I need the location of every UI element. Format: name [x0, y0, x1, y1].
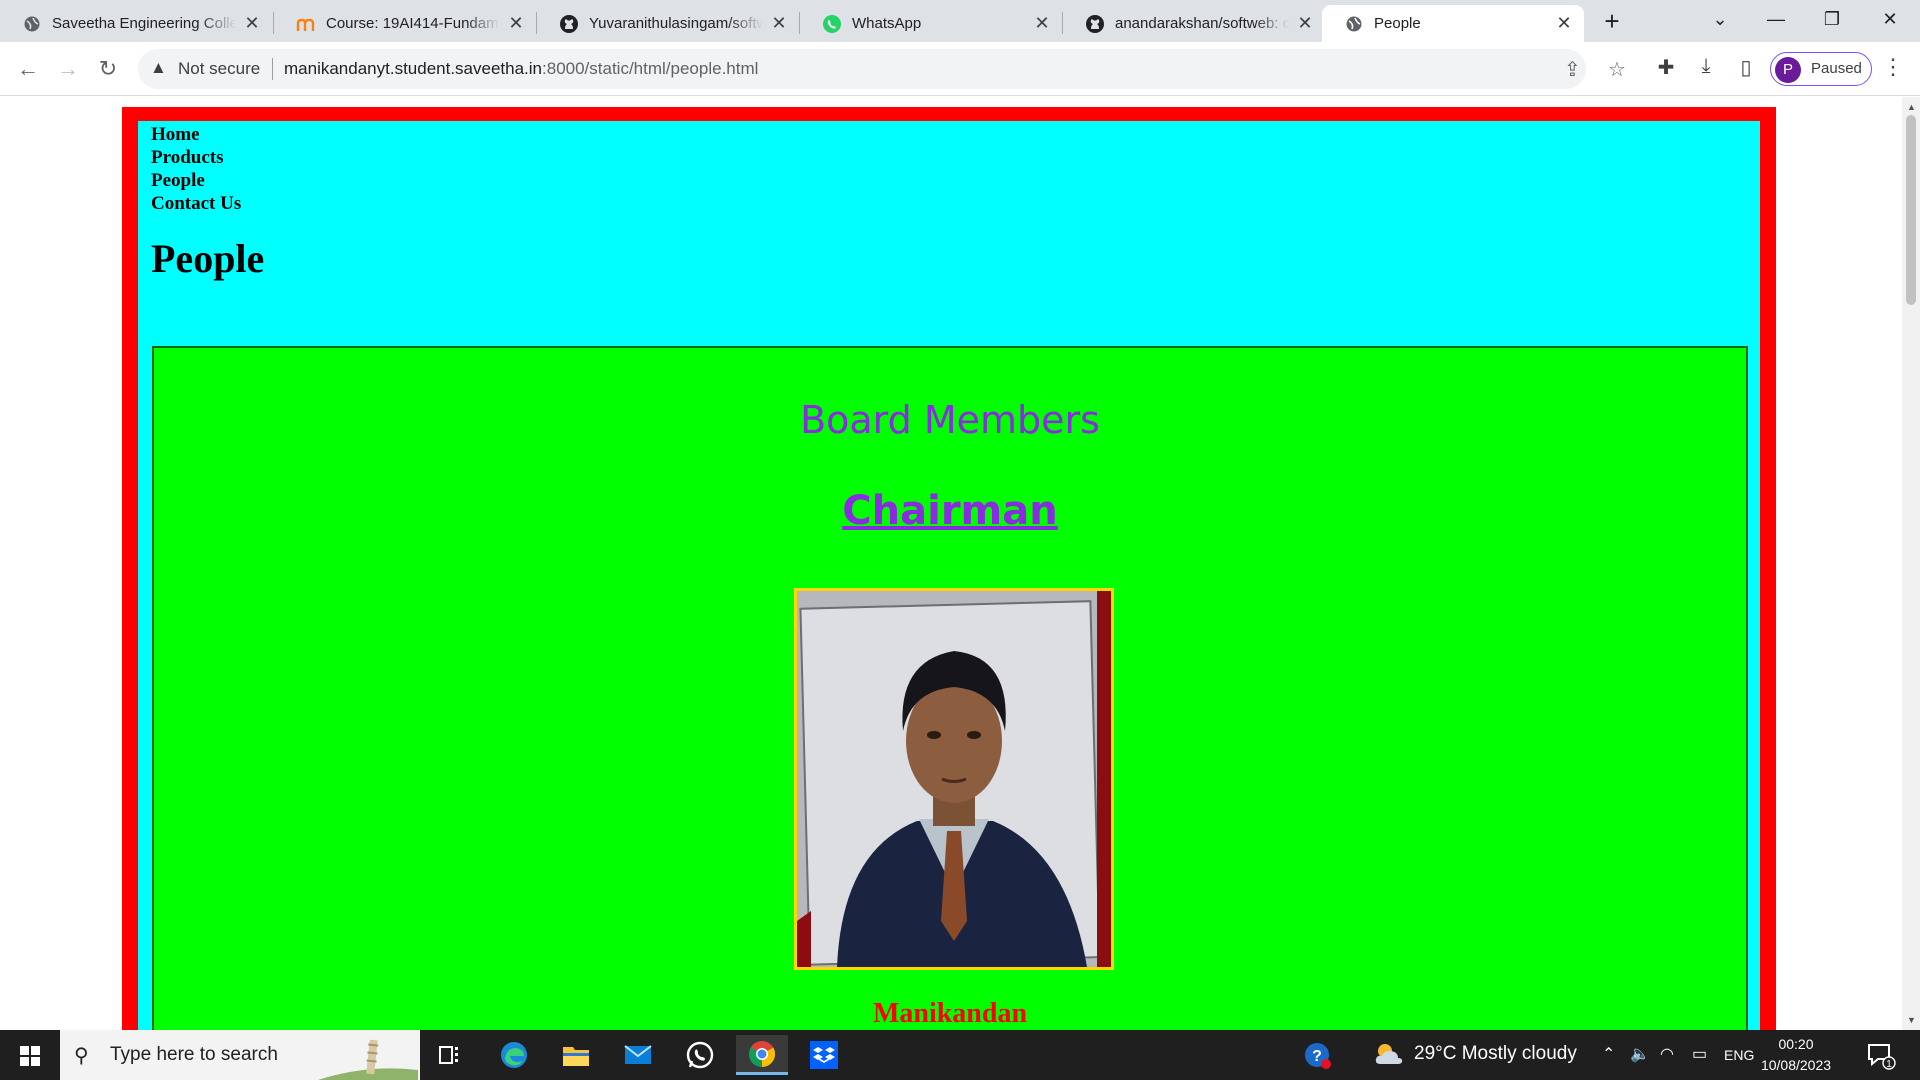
section-heading: Board Members — [800, 398, 1100, 442]
nav-link-contact-us[interactable]: Contact Us — [151, 192, 241, 215]
notification-count: 1 — [1886, 1059, 1892, 1070]
nav-link-products[interactable]: Products — [151, 146, 241, 169]
tab-title: anandarakshan/softweb: co — [1115, 15, 1289, 32]
chairman-link[interactable]: Chairman — [842, 488, 1057, 534]
scrollbar-thumb[interactable] — [1906, 115, 1916, 305]
close-tab-icon[interactable]: ✕ — [1032, 13, 1052, 34]
page-viewport: Home Products People Contact Us People B… — [0, 97, 1902, 1030]
omnibox-divider — [272, 58, 273, 80]
clock-time: 00:20 — [1778, 1036, 1814, 1052]
chrome-icon[interactable] — [736, 1035, 788, 1075]
tab-github-anandarakshan[interactable]: anandarakshan/softweb: co ✕ — [1063, 5, 1325, 42]
nav-link-home[interactable]: Home — [151, 123, 241, 146]
close-tab-icon[interactable]: ✕ — [506, 13, 526, 34]
page-scrollbar[interactable]: ▲ ▼ — [1902, 97, 1920, 1030]
tab-search-chevron-icon[interactable]: ⌄ — [1692, 0, 1748, 40]
site-nav: Home Products People Contact Us — [151, 123, 241, 215]
close-tab-icon[interactable]: ✕ — [1554, 13, 1574, 34]
tab-title: Course: 19AI414-Fundamentals — [326, 15, 500, 32]
back-icon[interactable]: ← — [12, 53, 44, 85]
tab-saveetha[interactable]: Saveetha Engineering College ✕ — [0, 5, 272, 42]
share-icon[interactable]: ⇪ — [1564, 57, 1581, 82]
tab-strip: Saveetha Engineering College ✕ Course: 1… — [0, 0, 1920, 42]
address-bar[interactable]: ▲ Not secure manikandanyt.student.saveet… — [138, 49, 1626, 89]
clock[interactable]: 00:20 10/08/2023 — [1752, 1034, 1840, 1076]
url-text[interactable]: manikandanyt.student.saveetha.in:8000/st… — [284, 59, 758, 79]
browser-menu-icon[interactable]: ⋮ — [1882, 54, 1904, 80]
weather-text[interactable]: 29°C Mostly cloudy — [1414, 1043, 1577, 1065]
taskbar-search[interactable]: ⚲ Type here to search — [60, 1030, 420, 1080]
globe-icon — [22, 14, 42, 34]
close-window-icon[interactable]: ✕ — [1862, 0, 1918, 40]
tab-title: WhatsApp — [852, 15, 922, 32]
nav-link-people[interactable]: People — [151, 169, 241, 192]
globe-icon — [1344, 14, 1364, 34]
page-title: People — [151, 236, 265, 281]
mail-icon[interactable] — [612, 1035, 664, 1075]
language-indicator[interactable]: ENG — [1724, 1047, 1754, 1063]
network-icon[interactable]: ◠ — [1660, 1044, 1674, 1064]
search-icon: ⚲ — [74, 1045, 89, 1067]
scroll-up-icon[interactable]: ▲ — [1907, 102, 1916, 112]
security-label[interactable]: Not secure — [178, 59, 260, 79]
clock-date: 10/08/2023 — [1760, 1057, 1832, 1073]
tab-title: Saveetha Engineering College — [52, 15, 236, 32]
tab-course[interactable]: Course: 19AI414-Fundamentals ✕ — [274, 5, 536, 42]
search-highlight-illustration — [318, 1039, 418, 1080]
file-explorer-icon[interactable] — [550, 1035, 602, 1075]
profile-status: Paused — [1811, 60, 1862, 77]
person-name: Manikandan — [872, 998, 1028, 1029]
avatar: P — [1775, 57, 1801, 83]
dropbox-icon[interactable] — [798, 1035, 850, 1075]
page-border: Home Products People Contact Us People B… — [122, 107, 1776, 1030]
page-container: Home Products People Contact Us People B… — [138, 121, 1760, 1030]
reload-icon[interactable]: ↻ — [92, 53, 124, 85]
task-view-icon[interactable] — [424, 1035, 476, 1075]
browser-toolbar: ← → ↻ ▲ Not secure manikandanyt.student.… — [0, 42, 1920, 96]
restore-icon[interactable]: ❐ — [1804, 0, 1860, 40]
github-icon — [1085, 14, 1105, 34]
url-host: manikandanyt.student.saveetha.in — [284, 59, 543, 78]
tab-github-yuvarani[interactable]: Yuvaranithulasingam/softweb ✕ — [537, 5, 799, 42]
show-hidden-icons[interactable]: ⌃ — [1602, 1044, 1615, 1064]
url-path: :8000/static/html/people.html — [542, 59, 759, 78]
forward-icon[interactable]: → — [52, 53, 84, 85]
windows-logo-icon — [20, 1046, 40, 1066]
portrait-image — [797, 591, 1111, 967]
close-tab-icon[interactable]: ✕ — [242, 13, 262, 34]
tab-people[interactable]: People ✕ — [1322, 5, 1584, 42]
moodle-icon — [296, 14, 316, 34]
new-tab-button[interactable]: + — [1596, 6, 1628, 38]
notification-icon[interactable]: 1 — [1866, 1042, 1896, 1075]
side-panel-icon[interactable]: ▯ — [1732, 55, 1760, 80]
whatsapp-icon — [822, 14, 842, 34]
scroll-down-icon[interactable]: ▼ — [1907, 1015, 1916, 1025]
tab-title: People — [1374, 15, 1421, 32]
start-button[interactable] — [0, 1030, 60, 1080]
github-icon — [559, 14, 579, 34]
tab-whatsapp[interactable]: WhatsApp ✕ — [800, 5, 1062, 42]
extensions-icon[interactable]: ✚ — [1652, 55, 1680, 80]
content-panel: Board Members Chairman Manikandan — [152, 346, 1748, 1030]
tab-title: Yuvaranithulasingam/softweb — [589, 15, 763, 32]
help-icon[interactable]: ? — [1304, 1042, 1332, 1075]
download-icon[interactable]: ⤓ — [1692, 55, 1720, 78]
windows-taskbar: ⚲ Type here to search ? 29°C Mostly clou… — [0, 1030, 1920, 1080]
profile-button[interactable]: P Paused — [1770, 52, 1872, 86]
search-placeholder: Type here to search — [110, 1044, 278, 1065]
role-heading: Chairman — [154, 488, 1746, 534]
close-tab-icon[interactable]: ✕ — [769, 13, 789, 34]
volume-icon[interactable]: 🔈 — [1630, 1044, 1650, 1064]
bookmark-star-icon[interactable]: ☆ — [1608, 57, 1626, 82]
svg-text:?: ? — [1312, 1048, 1322, 1065]
person-photo — [794, 588, 1114, 970]
minimize-icon[interactable]: — — [1748, 0, 1804, 40]
close-tab-icon[interactable]: ✕ — [1295, 13, 1315, 34]
warning-icon[interactable]: ▲ — [150, 58, 167, 78]
edge-icon[interactable] — [488, 1035, 540, 1075]
weather-cloud-icon[interactable] — [1372, 1040, 1406, 1073]
battery-icon[interactable]: ▭ — [1692, 1044, 1707, 1064]
whatsapp-app-icon[interactable] — [674, 1035, 726, 1075]
